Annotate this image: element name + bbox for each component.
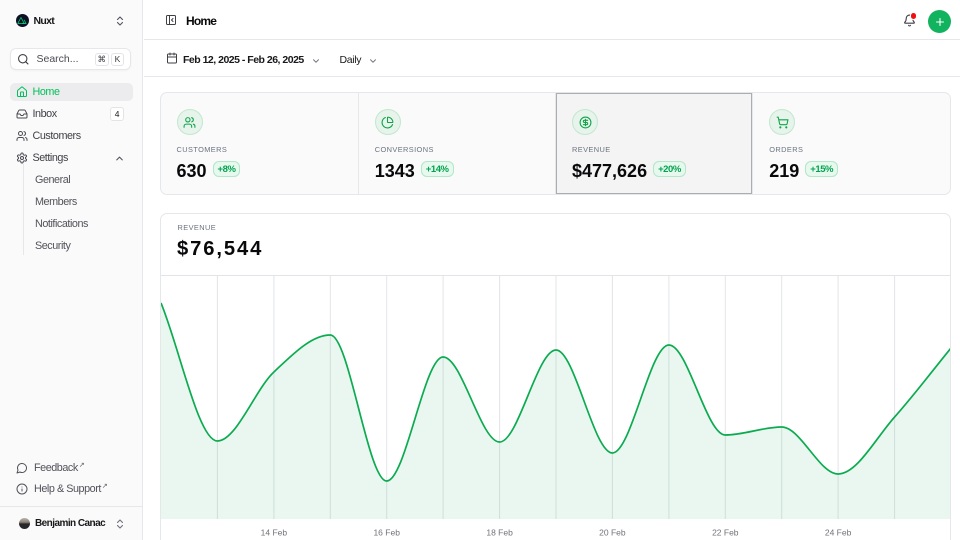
svg-text:16 Feb: 16 Feb — [373, 527, 400, 537]
svg-text:14 Feb: 14 Feb — [260, 527, 287, 537]
svg-text:20 Feb: 20 Feb — [599, 527, 626, 537]
svg-text:18 Feb: 18 Feb — [486, 527, 513, 537]
svg-text:24 Feb: 24 Feb — [824, 527, 851, 537]
svg-text:22 Feb: 22 Feb — [712, 527, 739, 537]
